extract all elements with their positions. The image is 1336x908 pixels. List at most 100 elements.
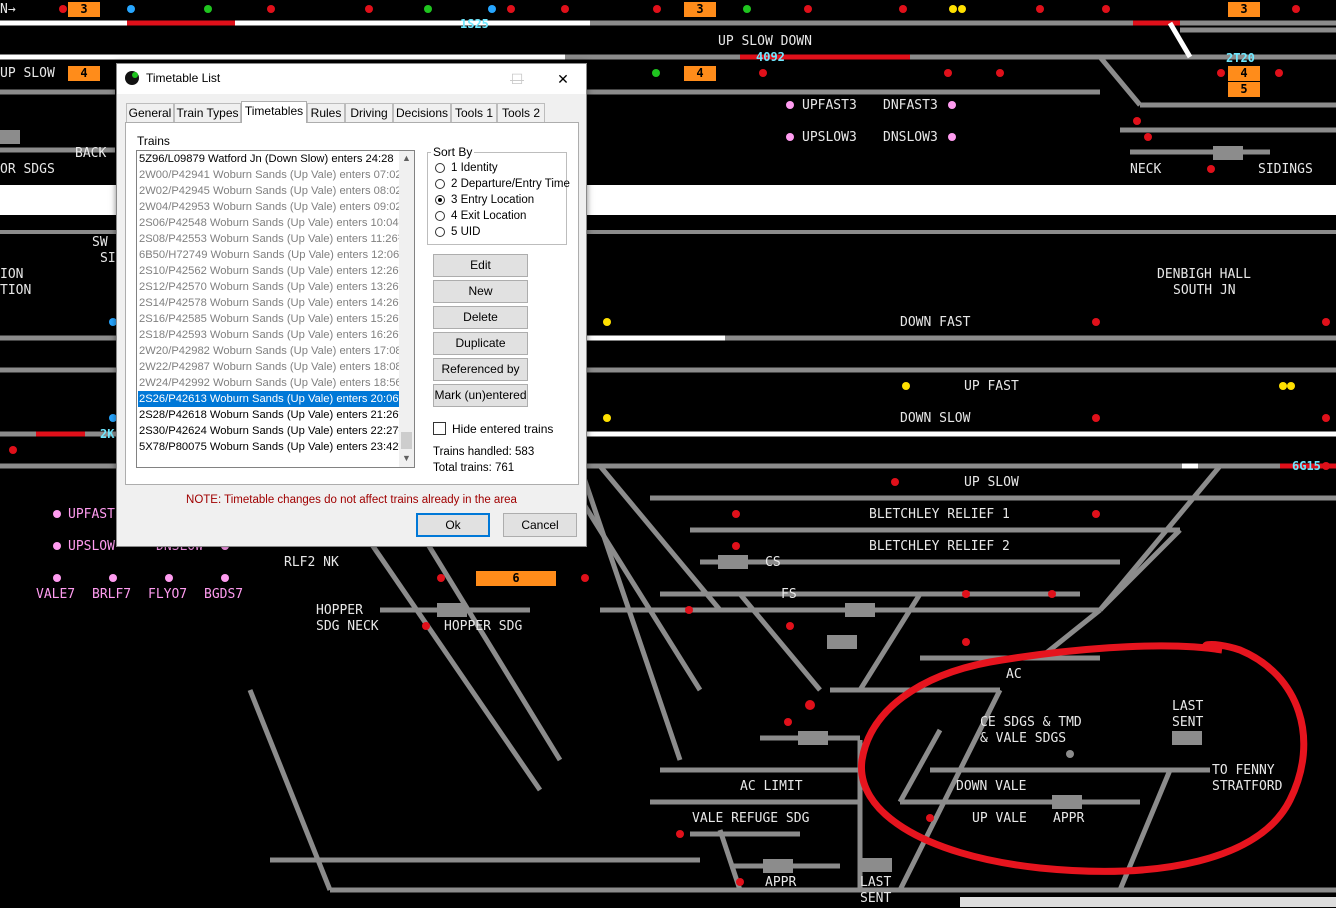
- label-denbigh-hall: DENBIGH HALL: [1157, 267, 1251, 282]
- train-list-item[interactable]: 6B50/H72749 Woburn Sands (Up Vale) enter…: [138, 247, 399, 263]
- label-si: SI: [100, 251, 116, 266]
- tab-rules[interactable]: Rules: [307, 103, 345, 122]
- train-list-item[interactable]: 2W00/P42941 Woburn Sands (Up Vale) enter…: [138, 167, 399, 183]
- train-list-item[interactable]: 2W02/P42945 Woburn Sands (Up Vale) enter…: [138, 183, 399, 199]
- label-cs: CS: [765, 555, 781, 570]
- label-up-vale: UP VALE: [972, 811, 1027, 826]
- train-list-item[interactable]: 2S28/P42618 Woburn Sands (Up Vale) enter…: [138, 407, 399, 423]
- scroll-thumb[interactable]: [401, 432, 412, 449]
- referenced-by-button[interactable]: Referenced by: [433, 358, 528, 381]
- headcode-6g15[interactable]: 6G15: [1292, 459, 1321, 473]
- label-appr-lower: APPR: [765, 875, 797, 890]
- title-bar[interactable]: Timetable List — ☐ ✕: [117, 64, 586, 94]
- hide-entered-label: Hide entered trains: [452, 422, 554, 436]
- orange-box-8[interactable]: 6: [476, 571, 556, 586]
- train-list-item[interactable]: 2S26/P42613 Woburn Sands (Up Vale) enter…: [138, 391, 399, 407]
- label-sent: SENT: [1172, 715, 1204, 730]
- label-ion: ION: [0, 267, 24, 282]
- orange-box-5[interactable]: 4: [684, 66, 716, 81]
- train-list-item[interactable]: 5X78/P80075 Woburn Sands (Up Vale) enter…: [138, 439, 399, 455]
- train-list-item[interactable]: 2S14/P42578 Woburn Sands (Up Vale) enter…: [138, 295, 399, 311]
- cancel-button[interactable]: Cancel: [503, 513, 577, 537]
- tab-tools-1[interactable]: Tools 1: [451, 103, 497, 122]
- tab-timetables[interactable]: Timetables: [241, 101, 307, 123]
- orange-box-4[interactable]: 4: [68, 66, 100, 81]
- label-up-slow-lower: UP SLOW: [964, 475, 1019, 490]
- label-stratford: STRATFORD: [1212, 779, 1283, 794]
- scroll-down-icon[interactable]: ▼: [399, 451, 414, 466]
- label-neck: NECK: [1130, 162, 1162, 177]
- orange-box-7[interactable]: 5: [1228, 82, 1260, 97]
- checkbox-icon[interactable]: [433, 422, 446, 435]
- headcode-2t20[interactable]: 2T20: [1226, 51, 1255, 65]
- orange-box-2[interactable]: 3: [684, 2, 716, 17]
- mark-unentered-button[interactable]: Mark (un)entered: [433, 384, 528, 407]
- trains-label: Trains: [137, 134, 170, 148]
- new-button[interactable]: New: [433, 280, 528, 303]
- label-down-vale: DOWN VALE: [956, 779, 1027, 794]
- duplicate-button[interactable]: Duplicate: [433, 332, 528, 355]
- orange-box-6[interactable]: 4: [1228, 66, 1260, 81]
- label-dnfast3: DNFAST3: [883, 98, 938, 113]
- train-list-item[interactable]: 2W24/P42992 Woburn Sands (Up Vale) enter…: [138, 375, 399, 391]
- close-button[interactable]: ✕: [540, 64, 586, 94]
- train-list-item[interactable]: 2S06/P42548 Woburn Sands (Up Vale) enter…: [138, 215, 399, 231]
- headcode-2k[interactable]: 2K: [100, 427, 114, 441]
- label-bgds7: BGDS7: [204, 587, 244, 602]
- radio-icon[interactable]: [435, 163, 445, 173]
- label-sidings: SIDINGS: [1258, 162, 1313, 177]
- tab-tools-2[interactable]: Tools 2: [497, 103, 545, 122]
- label-down-fast: DOWN FAST: [900, 315, 971, 330]
- maximize-icon: ☐: [510, 71, 524, 87]
- train-list-item[interactable]: 2W04/P42953 Woburn Sands (Up Vale) enter…: [138, 199, 399, 215]
- train-list-item[interactable]: 2S30/P42624 Woburn Sands (Up Vale) enter…: [138, 423, 399, 439]
- ok-button[interactable]: Ok: [416, 513, 490, 537]
- tab-driving[interactable]: Driving: [345, 103, 393, 122]
- radio-icon[interactable]: [435, 195, 445, 205]
- label-upslow: UPSLOW: [68, 539, 115, 554]
- label-vale-refuge-sdg: VALE REFUGE SDG: [692, 811, 810, 826]
- scroll-up-icon[interactable]: ▲: [399, 151, 414, 166]
- radio-icon[interactable]: [435, 179, 445, 189]
- sort-option-label: 4 Exit Location: [451, 210, 527, 222]
- label-last-lower: LAST: [860, 875, 892, 890]
- label-sent-lower: SENT: [860, 891, 892, 906]
- train-list-item[interactable]: 2S18/P42593 Woburn Sands (Up Vale) enter…: [138, 327, 399, 343]
- sort-option-label: 3 Entry Location: [451, 194, 535, 206]
- label-down-slow: DOWN SLOW: [900, 411, 971, 426]
- train-list-item[interactable]: 2S16/P42585 Woburn Sands (Up Vale) enter…: [138, 311, 399, 327]
- label-ac: AC: [1006, 667, 1022, 682]
- label-hopper: HOPPER: [316, 603, 363, 618]
- tab-train-types[interactable]: Train Types: [174, 103, 241, 122]
- hide-entered-checkbox[interactable]: Hide entered trains: [433, 422, 553, 436]
- radio-icon[interactable]: [435, 227, 445, 237]
- label-back: BACK: [75, 146, 107, 161]
- label-up-slow-down: UP SLOW DOWN: [718, 34, 812, 49]
- trains-listbox[interactable]: 5Z96/L09879 Watford Jn (Down Slow) enter…: [136, 150, 415, 468]
- label-sdg-neck: SDG NECK: [316, 619, 379, 634]
- orange-box-3[interactable]: 3: [1228, 2, 1260, 17]
- train-list-item[interactable]: 2S08/P42553 Woburn Sands (Up Vale) enter…: [138, 231, 399, 247]
- delete-button[interactable]: Delete: [433, 306, 528, 329]
- train-list-item[interactable]: 2W20/P42982 Woburn Sands (Up Vale) enter…: [138, 343, 399, 359]
- train-list-item[interactable]: 2S10/P42562 Woburn Sands (Up Vale) enter…: [138, 263, 399, 279]
- tab-general[interactable]: General: [126, 103, 174, 122]
- radio-icon[interactable]: [435, 211, 445, 221]
- sort-by-label: Sort By: [431, 145, 475, 159]
- train-list-item[interactable]: 2S12/P42570 Woburn Sands (Up Vale) enter…: [138, 279, 399, 295]
- orange-box-1[interactable]: 3: [68, 2, 100, 17]
- headcode-4092[interactable]: 4092: [756, 50, 785, 64]
- sort-option-label: 1 Identity: [451, 162, 498, 174]
- label-ac-limit: AC LIMIT: [740, 779, 803, 794]
- tab-decisions[interactable]: Decisions: [393, 103, 451, 122]
- trains-list-rows: 5Z96/L09879 Watford Jn (Down Slow) enter…: [138, 151, 399, 455]
- headcode-1s25[interactable]: 1S25: [460, 17, 489, 31]
- total-trains: Total trains: 761: [433, 462, 515, 474]
- label-or-sdgs: OR SDGS: [0, 162, 55, 177]
- train-list-item[interactable]: 5Z96/L09879 Watford Jn (Down Slow) enter…: [138, 151, 399, 167]
- label-up-slow: UP SLOW: [0, 66, 55, 81]
- train-list-item[interactable]: 2W22/P42987 Woburn Sands (Up Vale) enter…: [138, 359, 399, 375]
- trains-handled: Trains handled: 583: [433, 446, 535, 458]
- list-scrollbar[interactable]: ▲ ▼: [399, 151, 414, 467]
- edit-button[interactable]: Edit: [433, 254, 528, 277]
